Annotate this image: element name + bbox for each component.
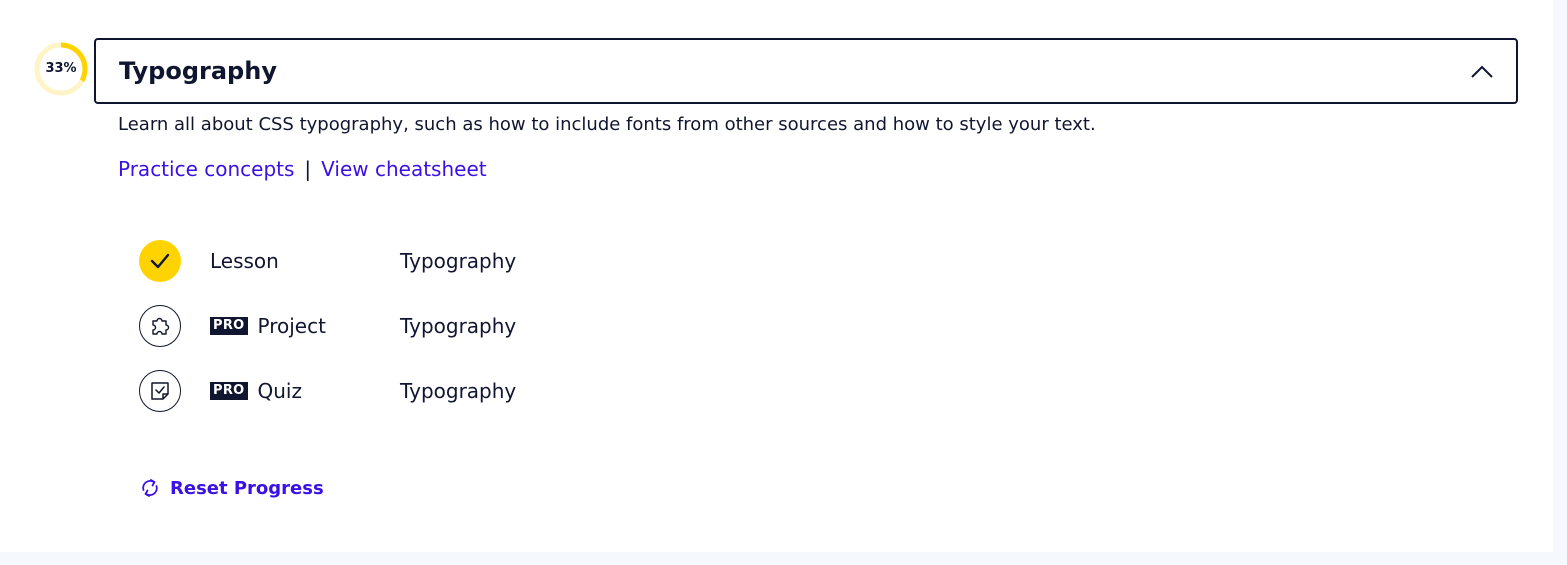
content-item-name: Typography	[400, 249, 517, 273]
practice-concepts-link[interactable]: Practice concepts	[118, 157, 294, 181]
pro-badge: PRO	[210, 317, 248, 335]
content-item-name: Typography	[400, 314, 517, 338]
progress-percentage: 33%	[45, 61, 77, 76]
lesson-status	[139, 240, 181, 282]
content-item-type-label: Lesson	[210, 249, 279, 273]
view-cheatsheet-link[interactable]: View cheatsheet	[321, 157, 486, 181]
checkmark-icon	[150, 253, 170, 269]
reset-progress-label: Reset Progress	[170, 477, 324, 499]
content-item-name: Typography	[400, 379, 517, 403]
project-status	[139, 305, 181, 347]
quiz-icon	[151, 382, 169, 400]
content-item-type-label: Project	[257, 314, 326, 338]
content-item-type: Lesson	[210, 249, 279, 273]
reset-progress-button[interactable]: Reset Progress	[139, 477, 324, 499]
refresh-icon	[142, 479, 158, 497]
progress-ring: 33%	[33, 41, 89, 97]
content-item-type: PRO Quiz	[210, 379, 302, 403]
content-item-project[interactable]: PRO Project Typography	[139, 305, 559, 347]
content-item-lesson[interactable]: Lesson Typography	[139, 240, 559, 282]
module-links: Practice concepts | View cheatsheet	[118, 157, 487, 181]
module-panel: 33% Typography Learn all about CSS typog…	[0, 0, 1553, 552]
content-item-quiz[interactable]: PRO Quiz Typography	[139, 370, 559, 412]
puzzle-icon	[152, 317, 170, 335]
content-item-type: PRO Project	[210, 314, 326, 338]
module-title: Typography	[119, 57, 277, 85]
pro-badge: PRO	[210, 382, 248, 400]
module-accordion-header[interactable]: Typography	[94, 38, 1518, 104]
link-separator: |	[304, 157, 312, 181]
quiz-status	[139, 370, 181, 412]
content-item-type-label: Quiz	[257, 379, 302, 403]
module-description: Learn all about CSS typography, such as …	[118, 114, 1096, 135]
chevron-up-icon[interactable]	[1470, 63, 1494, 79]
